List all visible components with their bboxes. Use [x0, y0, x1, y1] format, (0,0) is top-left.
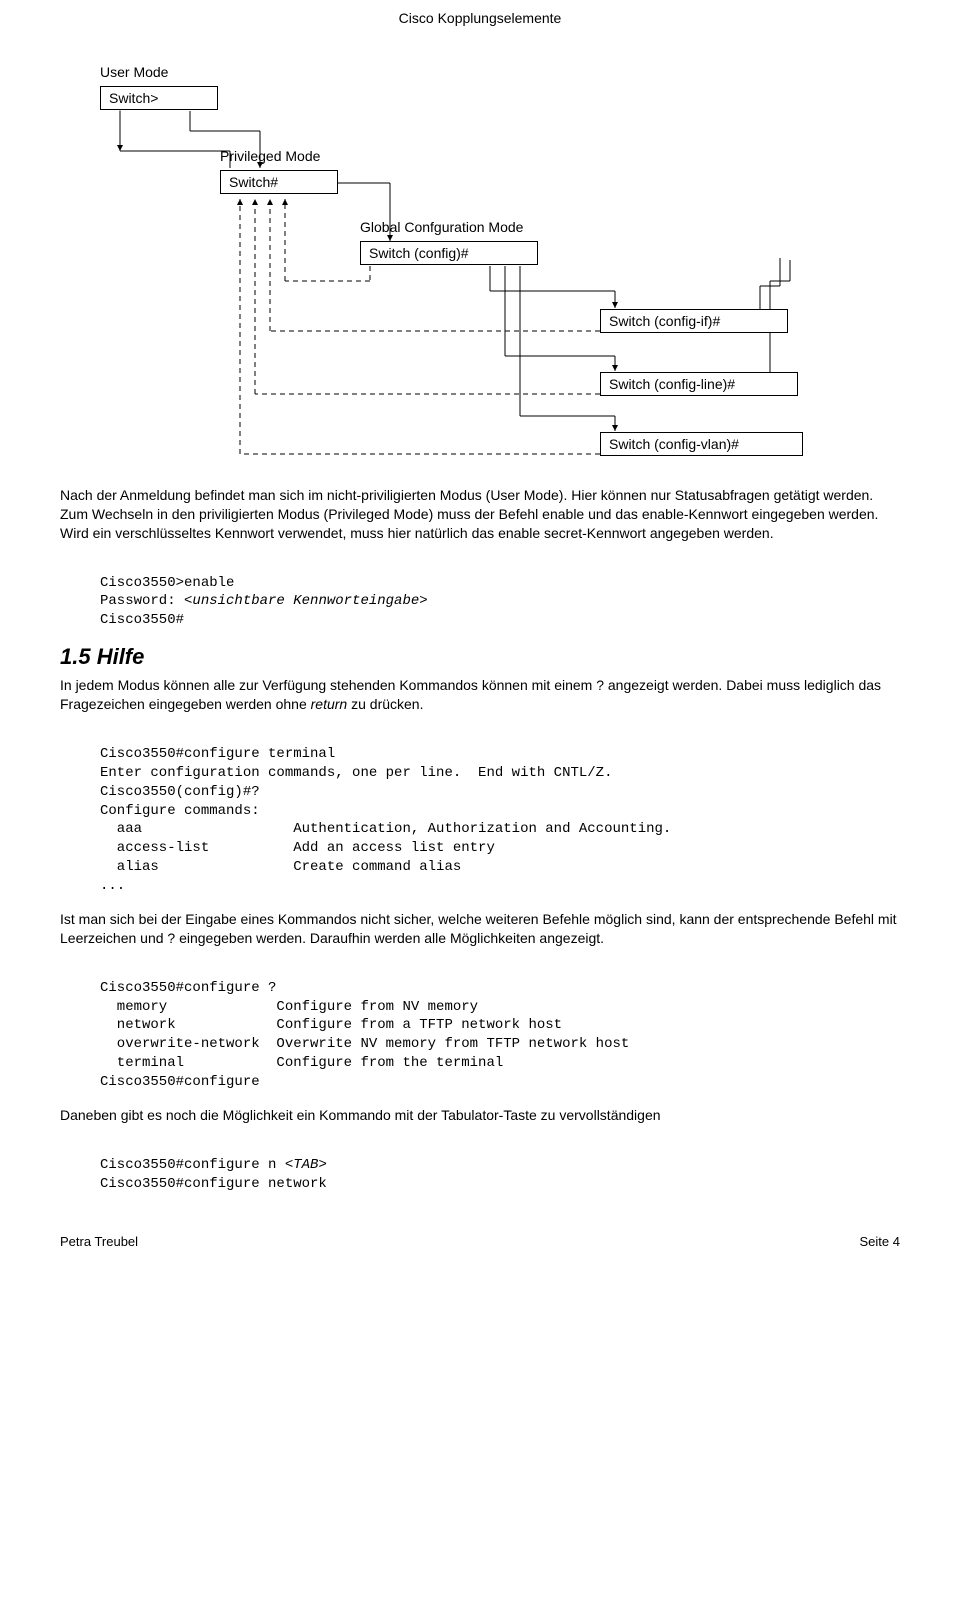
paragraph-intro: Nach der Anmeldung befindet man sich im …	[60, 486, 900, 543]
paragraph-tab: Daneben gibt es noch die Möglichkeit ein…	[60, 1106, 900, 1125]
section-title-hilfe: 1.5 Hilfe	[60, 644, 900, 670]
code-config-terminal: Cisco3550#configure terminalEnter config…	[100, 726, 900, 896]
code-line: alias Create command alias	[100, 858, 900, 877]
code-line: overwrite-network Overwrite NV memory fr…	[100, 1035, 900, 1054]
code-line: Cisco3550#configure n <TAB>	[100, 1156, 900, 1175]
priv-mode-label: Privileged Mode	[220, 148, 320, 164]
global-mode-box: Switch (config)#	[360, 241, 538, 265]
code-italic: <unsichtbare Kennworteingabe>	[184, 593, 428, 609]
code-line: terminal Configure from the terminal	[100, 1054, 900, 1073]
code-line: memory Configure from NV memory	[100, 998, 900, 1017]
code-line: Cisco3550#configure ?	[100, 979, 900, 998]
code-text: Password:	[100, 593, 184, 609]
page-header: Cisco Kopplungselemente	[60, 10, 900, 26]
code-tab-complete: Cisco3550#configure n <TAB>Cisco3550#con…	[100, 1137, 900, 1194]
footer-page: Seite 4	[860, 1234, 900, 1249]
config-line-box: Switch (config-line)#	[600, 372, 798, 396]
code-italic: <TAB>	[285, 1157, 327, 1173]
code-line: network Configure from a TFTP network ho…	[100, 1016, 900, 1035]
code-line: Cisco3550>enable	[100, 574, 900, 593]
code-line: Cisco3550#configure terminal	[100, 745, 900, 764]
code-line: Enter configuration commands, one per li…	[100, 764, 900, 783]
code-configure-question: Cisco3550#configure ? memory Configure f…	[100, 960, 900, 1092]
code-line: Configure commands:	[100, 802, 900, 821]
code-enable: Cisco3550>enablePassword: <unsichtbare K…	[100, 555, 900, 631]
code-line: Cisco3550(config)#?	[100, 783, 900, 802]
config-if-box: Switch (config-if)#	[600, 309, 788, 333]
mode-diagram: User Mode Switch> Privileged Mode Switch…	[60, 56, 900, 476]
code-line: ...	[100, 877, 900, 896]
global-mode-label: Global Confguration Mode	[360, 219, 523, 235]
code-line: Password: <unsichtbare Kennworteingabe>	[100, 592, 900, 611]
user-mode-label: User Mode	[100, 64, 168, 80]
code-line: Cisco3550#configure network	[100, 1175, 900, 1194]
footer-author: Petra Treubel	[60, 1234, 138, 1249]
text-italic: return	[311, 696, 348, 712]
code-text: Cisco3550#configure n	[100, 1157, 285, 1173]
text: zu drücken.	[347, 696, 423, 712]
code-line: Cisco3550#configure	[100, 1073, 900, 1092]
paragraph-question-help: Ist man sich bei der Eingabe eines Komma…	[60, 910, 900, 948]
config-vlan-box: Switch (config-vlan)#	[600, 432, 803, 456]
paragraph-hilfe: In jedem Modus können alle zur Verfügung…	[60, 676, 900, 714]
page-footer: Petra Treubel Seite 4	[60, 1234, 900, 1249]
code-line: Cisco3550#	[100, 611, 900, 630]
user-mode-box: Switch>	[100, 86, 218, 110]
priv-mode-box: Switch#	[220, 170, 338, 194]
code-line: access-list Add an access list entry	[100, 839, 900, 858]
diagram-lines	[60, 56, 900, 476]
text: In jedem Modus können alle zur Verfügung…	[60, 677, 881, 712]
code-line: aaa Authentication, Authorization and Ac…	[100, 820, 900, 839]
